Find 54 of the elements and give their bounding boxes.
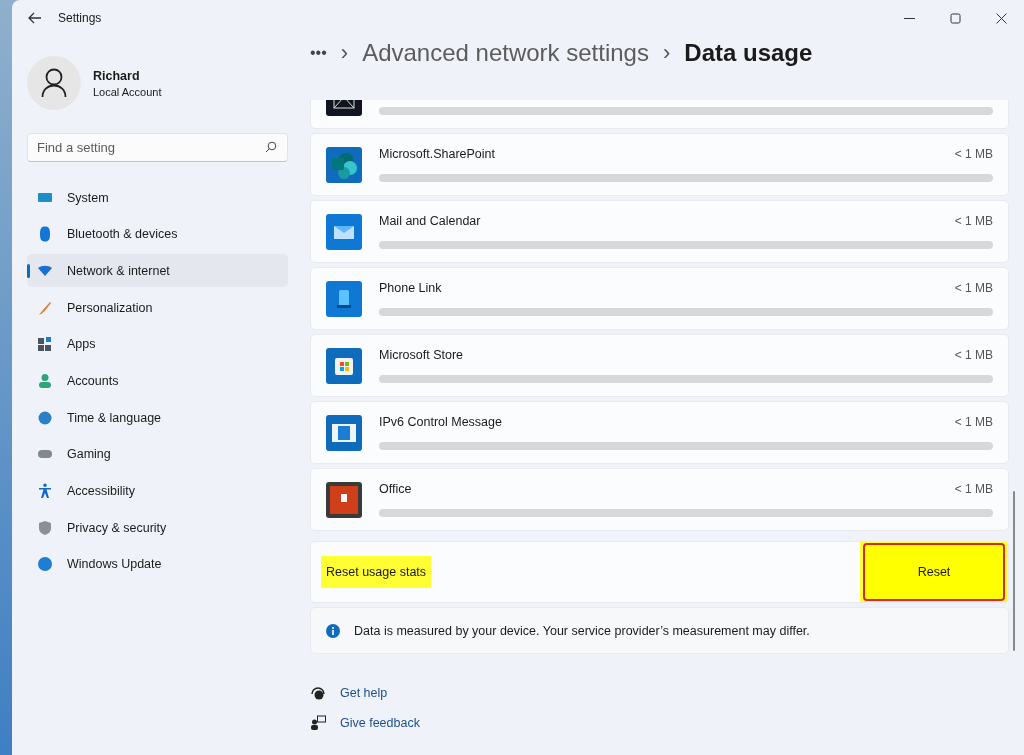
usage-amount: < 1 MB — [954, 281, 993, 296]
phone-icon — [326, 280, 362, 317]
nav-item[interactable]: Windows Update — [27, 547, 288, 581]
nav-item[interactable]: System — [27, 181, 288, 214]
breadcrumb-separator: › — [662, 40, 671, 66]
nav-item[interactable]: Network & internet — [27, 254, 288, 288]
usage-amount: < 1 MB — [954, 482, 993, 497]
usage-amount: < 1 MB — [954, 147, 993, 162]
app-name: Mail and Calendar — [379, 214, 481, 229]
nav-item[interactable]: Accessibility — [27, 474, 288, 508]
search-icon — [265, 141, 277, 153]
breadcrumb-separator: › — [340, 40, 349, 66]
sharepoint-icon — [326, 146, 362, 183]
breadcrumb-link[interactable]: Advanced network settings — [362, 39, 649, 67]
usage-amount: < 1 MB — [954, 415, 993, 430]
nav-item[interactable]: Bluetooth & devices — [27, 217, 288, 251]
office-icon — [326, 481, 362, 518]
app-name: Microsoft Store — [379, 348, 464, 363]
help-link[interactable]: Give feedback — [340, 716, 420, 730]
envelope-icon — [326, 213, 362, 250]
info-icon — [326, 623, 340, 638]
accessibility-icon — [37, 483, 53, 499]
nav-item[interactable]: Time & language — [27, 401, 288, 435]
app-name: Phone Link — [379, 281, 442, 296]
scrollbar[interactable] — [1013, 491, 1015, 651]
help-link[interactable]: Get help — [340, 686, 388, 700]
person-icon — [37, 372, 53, 389]
account-type: Local Account — [93, 85, 162, 98]
user-name: Richard — [93, 68, 141, 83]
reset-label: Reset usage stats — [321, 556, 432, 588]
nav-item[interactable]: Accounts — [27, 364, 288, 398]
apps-icon — [37, 336, 53, 353]
reset-button[interactable]: Reset — [863, 543, 1005, 601]
app-name: Office — [379, 482, 412, 497]
usage-amount: < 1 MB — [954, 214, 993, 229]
window-icon — [326, 414, 362, 451]
more-button[interactable]: ••• — [310, 44, 327, 62]
nav-item[interactable]: Privacy & security — [27, 511, 288, 545]
avatar-icon — [27, 56, 81, 110]
search-field[interactable]: Find a setting — [27, 133, 288, 162]
usage-amount: < 1 MB — [954, 348, 993, 363]
brush-icon — [37, 299, 53, 316]
window-title: Settings — [58, 11, 102, 25]
shield-icon — [37, 519, 53, 536]
nav-item[interactable]: Apps — [27, 327, 288, 361]
info-text: Data is measured by your device. Your service provider’s measurement may differ. — [354, 623, 810, 638]
feedback-icon — [310, 715, 326, 731]
page-title: Data usage — [684, 39, 813, 67]
app-name: Microsoft.SharePoint — [379, 147, 496, 162]
nav-item[interactable]: Gaming — [27, 437, 288, 471]
nav-item[interactable]: Personalization — [27, 291, 288, 325]
back-arrow-icon[interactable] — [28, 12, 42, 24]
store-bag-icon — [326, 347, 362, 384]
app-name: IPv6 Control Message — [379, 415, 502, 430]
